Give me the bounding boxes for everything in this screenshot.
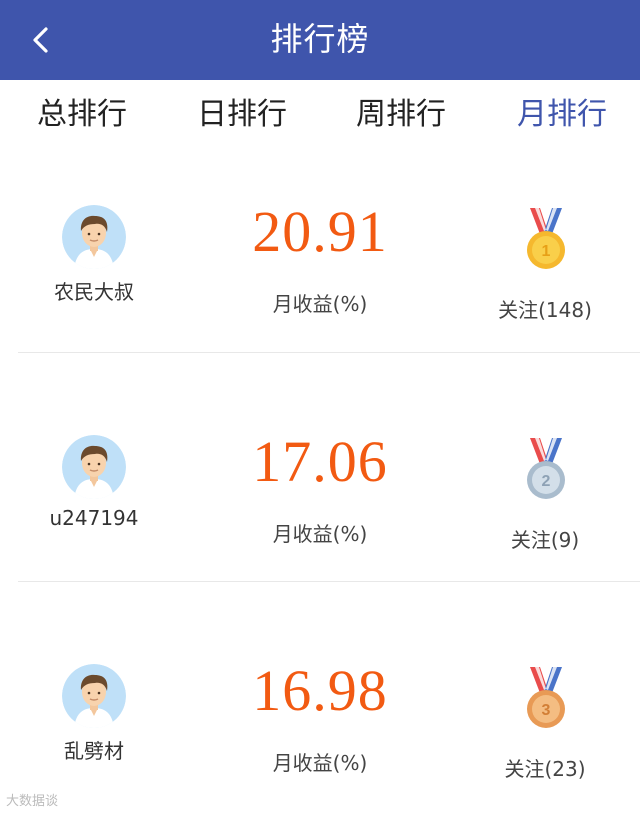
row-divider [18,352,640,353]
ranking-row[interactable]: 农民大叔 20.91 月收益(%) 1 关注(148) [0,150,640,378]
medal-number: 2 [542,473,551,490]
monthly-return-value: 16.98 [252,658,388,723]
ranking-tabs: 总排行 日排行 周排行 月排行 [0,80,640,150]
monthly-return-label: 月收益(%) [272,522,368,546]
monthly-return-value: 20.91 [252,199,388,264]
monthly-return-label: 月收益(%) [272,751,368,775]
tab-daily[interactable]: 日排行 [197,80,287,150]
bronze-medal-icon: 3 [518,665,574,731]
medal-number: 3 [542,702,551,719]
silver-medal-icon: 2 [518,436,574,502]
ranking-row[interactable]: 乱劈材 16.98 月收益(%) 3 关注(23) [0,609,640,837]
app-header: 排行榜 [0,0,640,80]
medal-number: 1 [542,243,551,260]
ranking-row[interactable]: u247194 17.06 月收益(%) 2 关注(9) [0,380,640,608]
user-name[interactable]: 农民大叔 [18,276,170,305]
user-avatar-icon [62,205,126,269]
avatar[interactable] [62,435,126,499]
user-name[interactable]: u247194 [18,506,170,530]
user-avatar-icon [62,435,126,499]
tab-weekly[interactable]: 周排行 [356,80,446,150]
avatar[interactable] [62,664,126,728]
avatar[interactable] [62,205,126,269]
watermark: 大数据谈 [6,794,59,809]
follow-button[interactable]: 关注(9) [470,524,620,553]
user-avatar-icon [62,664,126,728]
follow-button[interactable]: 关注(148) [470,294,620,323]
gold-medal-icon: 1 [518,206,574,272]
row-divider [18,581,640,582]
tab-monthly[interactable]: 月排行 [517,80,607,150]
monthly-return-value: 17.06 [252,429,388,494]
tab-total[interactable]: 总排行 [37,80,127,150]
page-title: 排行榜 [270,20,370,58]
follow-button[interactable]: 关注(23) [470,753,620,782]
monthly-return-label: 月收益(%) [272,292,368,316]
user-name[interactable]: 乱劈材 [18,735,170,764]
